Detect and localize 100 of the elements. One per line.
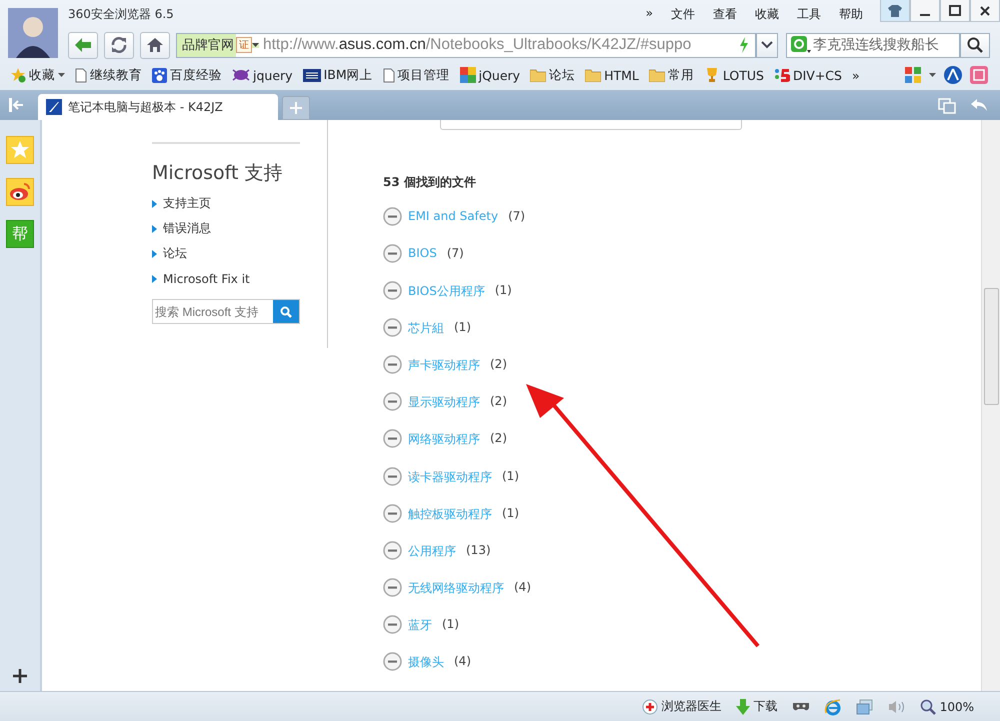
caret-icon[interactable]	[252, 42, 259, 48]
file-count: (1)	[502, 506, 519, 520]
person-circle-icon[interactable]	[944, 66, 962, 84]
more-bookmarks-button[interactable]: »	[852, 68, 860, 82]
collapse-icon[interactable]	[383, 318, 402, 338]
bookmark-item[interactable]: 项目管理	[382, 66, 450, 84]
menu-item[interactable]: 文件	[662, 4, 704, 25]
search-icon	[280, 306, 292, 318]
collapse-icon[interactable]	[383, 207, 402, 226]
file-count: (13)	[466, 542, 491, 557]
file-count: (1)	[494, 283, 512, 298]
bookmark-item[interactable]: 常用	[648, 66, 694, 84]
bookmark-item[interactable]: 继续教育	[75, 66, 142, 84]
search-field[interactable]: 李克强连线搜救船长	[786, 32, 960, 58]
collapse-icon[interactable]	[383, 540, 402, 560]
back-button[interactable]	[68, 32, 98, 58]
speaker-icon[interactable]	[888, 700, 906, 714]
download-button[interactable]: 下载	[736, 698, 778, 715]
scroll-thumb[interactable]	[984, 288, 999, 405]
collapse-icon[interactable]	[383, 504, 402, 523]
minimize-icon	[920, 14, 930, 16]
browser-tab[interactable]: 笔记本电脑与超极本 - K42JZ	[38, 94, 278, 120]
collapse-icon[interactable]	[383, 244, 402, 264]
dropdown-button[interactable]	[756, 32, 778, 58]
support-link[interactable]: Microsoft Fix it	[152, 266, 300, 291]
tiles-icon	[460, 67, 476, 83]
zoom-button[interactable]: 100%	[920, 698, 974, 714]
bookmark-label: IBM网上	[324, 66, 373, 84]
lightning-icon[interactable]	[739, 37, 749, 53]
collapse-icon[interactable]	[383, 392, 402, 412]
support-search-field[interactable]: 搜索 Microsoft 支持	[152, 299, 300, 324]
support-link[interactable]: 错误消息	[152, 216, 300, 241]
bookmark-item[interactable]: 收藏	[10, 66, 65, 84]
doctor-label: 浏览器医生	[662, 698, 722, 715]
download-label: 下载	[754, 698, 778, 715]
bullet-icon	[152, 224, 157, 232]
home-button[interactable]	[140, 32, 170, 58]
link-label: 错误消息	[163, 220, 211, 237]
files-heading: 53 個找到的文件	[383, 174, 477, 191]
avatar-icon[interactable]	[8, 8, 58, 58]
bookmark-label: 项目管理	[398, 66, 450, 84]
mask-icon[interactable]	[792, 700, 810, 712]
collapse-icon[interactable]	[383, 466, 402, 486]
home-icon	[146, 37, 164, 53]
support-link[interactable]: 支持主页	[152, 191, 300, 216]
bookmark-item[interactable]: 百度经验	[152, 66, 222, 84]
brand-site-label[interactable]: 品牌官网	[177, 34, 236, 56]
bookmark-label: HTML	[604, 68, 639, 82]
menu-item[interactable]: 帮助	[830, 4, 872, 25]
window-copy-icon[interactable]	[938, 98, 956, 114]
file-count: (4)	[514, 580, 531, 594]
bookmark-label: jquery	[253, 68, 293, 82]
folder-icon	[530, 68, 546, 82]
bookmark-item[interactable]: jquery	[232, 68, 293, 82]
bookmark-item[interactable]: jQuery	[460, 67, 520, 83]
bookmark-item[interactable]: 论坛	[530, 66, 576, 84]
bookmark-item[interactable]: HTML	[585, 68, 639, 82]
collapse-icon[interactable]	[383, 614, 402, 634]
menu-item[interactable]: 查看	[704, 4, 746, 25]
bookmark-label: LOTUS	[722, 68, 764, 82]
menu-item[interactable]: »	[636, 4, 662, 25]
bookmark-item[interactable]: DIV+CS	[774, 67, 842, 83]
close-button[interactable]	[970, 0, 1000, 22]
search-button[interactable]	[960, 32, 990, 58]
new-tab-button[interactable]	[282, 96, 310, 120]
collapse-icon[interactable]	[383, 652, 402, 671]
caret-icon[interactable]	[58, 72, 65, 78]
scrollbar[interactable]	[981, 120, 1000, 691]
caret-icon[interactable]	[929, 72, 936, 78]
bookmark-label: 百度经验	[170, 66, 222, 84]
app-square-icon[interactable]	[970, 66, 988, 84]
menu-item[interactable]: 收藏	[746, 4, 788, 25]
refresh-button[interactable]	[104, 32, 134, 58]
bookmark-item[interactable]: IBM网上	[302, 66, 373, 84]
support-link[interactable]: 论坛	[152, 241, 300, 266]
menu-item[interactable]: 工具	[788, 4, 830, 25]
ie-icon[interactable]	[824, 698, 842, 716]
minimize-button[interactable]	[910, 0, 940, 22]
search-engine-icon[interactable]	[791, 36, 811, 54]
file-count: (1)	[502, 468, 519, 483]
collapse-icon[interactable]	[383, 355, 402, 374]
undo-arrow-icon[interactable]	[970, 98, 988, 112]
add-icon[interactable]	[13, 669, 27, 683]
url-text: http://www.asus.com.cn/Notebooks_Ultrabooks/K42JZ/#suppo	[263, 36, 692, 54]
skin-button[interactable]	[880, 0, 910, 22]
maximize-button[interactable]	[940, 0, 970, 22]
file-count: (1)	[442, 616, 459, 631]
eye-logo-icon[interactable]	[6, 178, 34, 206]
paw-icon	[152, 68, 167, 82]
window-title: 360安全浏览器 6.5	[68, 6, 174, 23]
windows-icon[interactable]	[856, 698, 874, 714]
apps-icon[interactable]	[905, 67, 921, 83]
collapse-icon[interactable]	[383, 429, 402, 448]
chevron-down-icon	[761, 41, 773, 49]
collapse-icon[interactable]	[383, 578, 402, 597]
browser-doctor-button[interactable]: 浏览器医生	[642, 698, 722, 715]
collapse-icon[interactable]	[383, 281, 402, 300]
bookmark-item[interactable]: LOTUS	[704, 67, 764, 83]
address-bar[interactable]: 品牌官网 证 http://www.asus.com.cn/Notebooks_Ultrabooks/K42JZ/#suppo	[176, 32, 756, 58]
file-count: (2)	[490, 357, 507, 372]
